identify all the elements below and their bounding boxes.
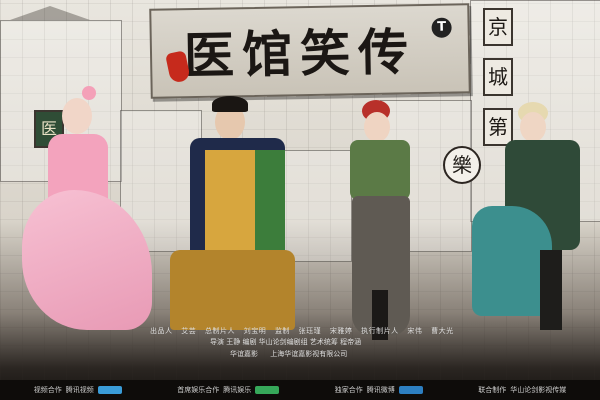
side-sign-2: 城	[483, 58, 513, 96]
char4-head	[520, 112, 546, 142]
partner-label: 视频合作	[33, 386, 62, 394]
credit-value: 艾芸	[181, 327, 197, 335]
char2-trousers	[170, 250, 295, 330]
tencent-ent-logo-icon	[255, 386, 280, 394]
credit-value: 刘宝明	[243, 327, 267, 335]
partner-video: 视频合作 腾讯视频	[34, 385, 122, 395]
partner-label: 首席娱乐合作	[177, 386, 220, 394]
tencent-video-logo-icon	[97, 386, 122, 394]
char3-head	[364, 112, 390, 142]
credit-label: 监制	[274, 327, 290, 335]
title-board: 医馆笑传 T	[149, 3, 471, 99]
side-sign-3: 第	[483, 108, 513, 146]
partner-value: 华山论剑影视传媒	[510, 386, 567, 394]
partner-label: 联合制作	[478, 386, 507, 394]
partner-value: 腾讯娱乐	[223, 386, 252, 394]
char3-top	[350, 140, 410, 200]
partner-value: 腾讯微博	[366, 386, 395, 394]
credit-value: 张珏瑾	[298, 327, 322, 335]
credit-label: 执行制片人	[361, 327, 399, 335]
tencent-weibo-logo-icon	[398, 386, 423, 394]
credits-line-2: 导演 王静 编剧 华山论剑编剧组 艺术统筹 程帝涵	[210, 338, 362, 346]
partner-weibo: 独家合作 腾讯微博	[335, 385, 423, 395]
partner-label: 独家合作	[334, 386, 363, 394]
credits-line-1: 出品人 艾芸 总制片人 刘宝明 监制 张珏瑾 宋雅婷 执行制片人 宋伟 曹大光	[150, 326, 480, 336]
char1-bow	[82, 86, 96, 100]
credit-value: 宋伟	[407, 327, 423, 335]
partner-production: 联合制作 华山论剑影视传媒	[478, 385, 566, 395]
credits-line-3: 华谊嘉影 上海华谊嘉影视有限公司	[230, 349, 357, 359]
side-sign-1: 京	[483, 8, 513, 46]
char1-head	[62, 98, 92, 134]
char4-leg	[540, 250, 562, 330]
roof-left	[10, 6, 90, 20]
credit-value: 曹大光	[431, 327, 454, 335]
show-title: 医馆笑传	[183, 22, 417, 86]
char2-hair	[212, 96, 248, 112]
partner-entertainment: 首席娱乐合作 腾讯娱乐	[177, 385, 280, 395]
producer-company: 上海华谊嘉影视有限公司	[270, 350, 348, 358]
credit-label: 出品人	[150, 327, 173, 335]
credit-value: 宋雅婷	[329, 327, 353, 335]
circle-sign: 樂	[443, 146, 481, 184]
producer-logo-text: 华谊嘉影	[230, 350, 258, 358]
title-badge: T	[431, 17, 452, 38]
partner-value: 腾讯视频	[65, 386, 94, 394]
credit-label: 总制片人	[204, 327, 235, 335]
partner-bar: 视频合作 腾讯视频 首席娱乐合作 腾讯娱乐 独家合作 腾讯微博 联合制作 华山论…	[0, 380, 600, 400]
poster: 医馆笑传 T 京 城 第 樂 医 出品人 艾芸 总制片人 刘宝明 监制 张珏瑾 …	[0, 0, 600, 400]
